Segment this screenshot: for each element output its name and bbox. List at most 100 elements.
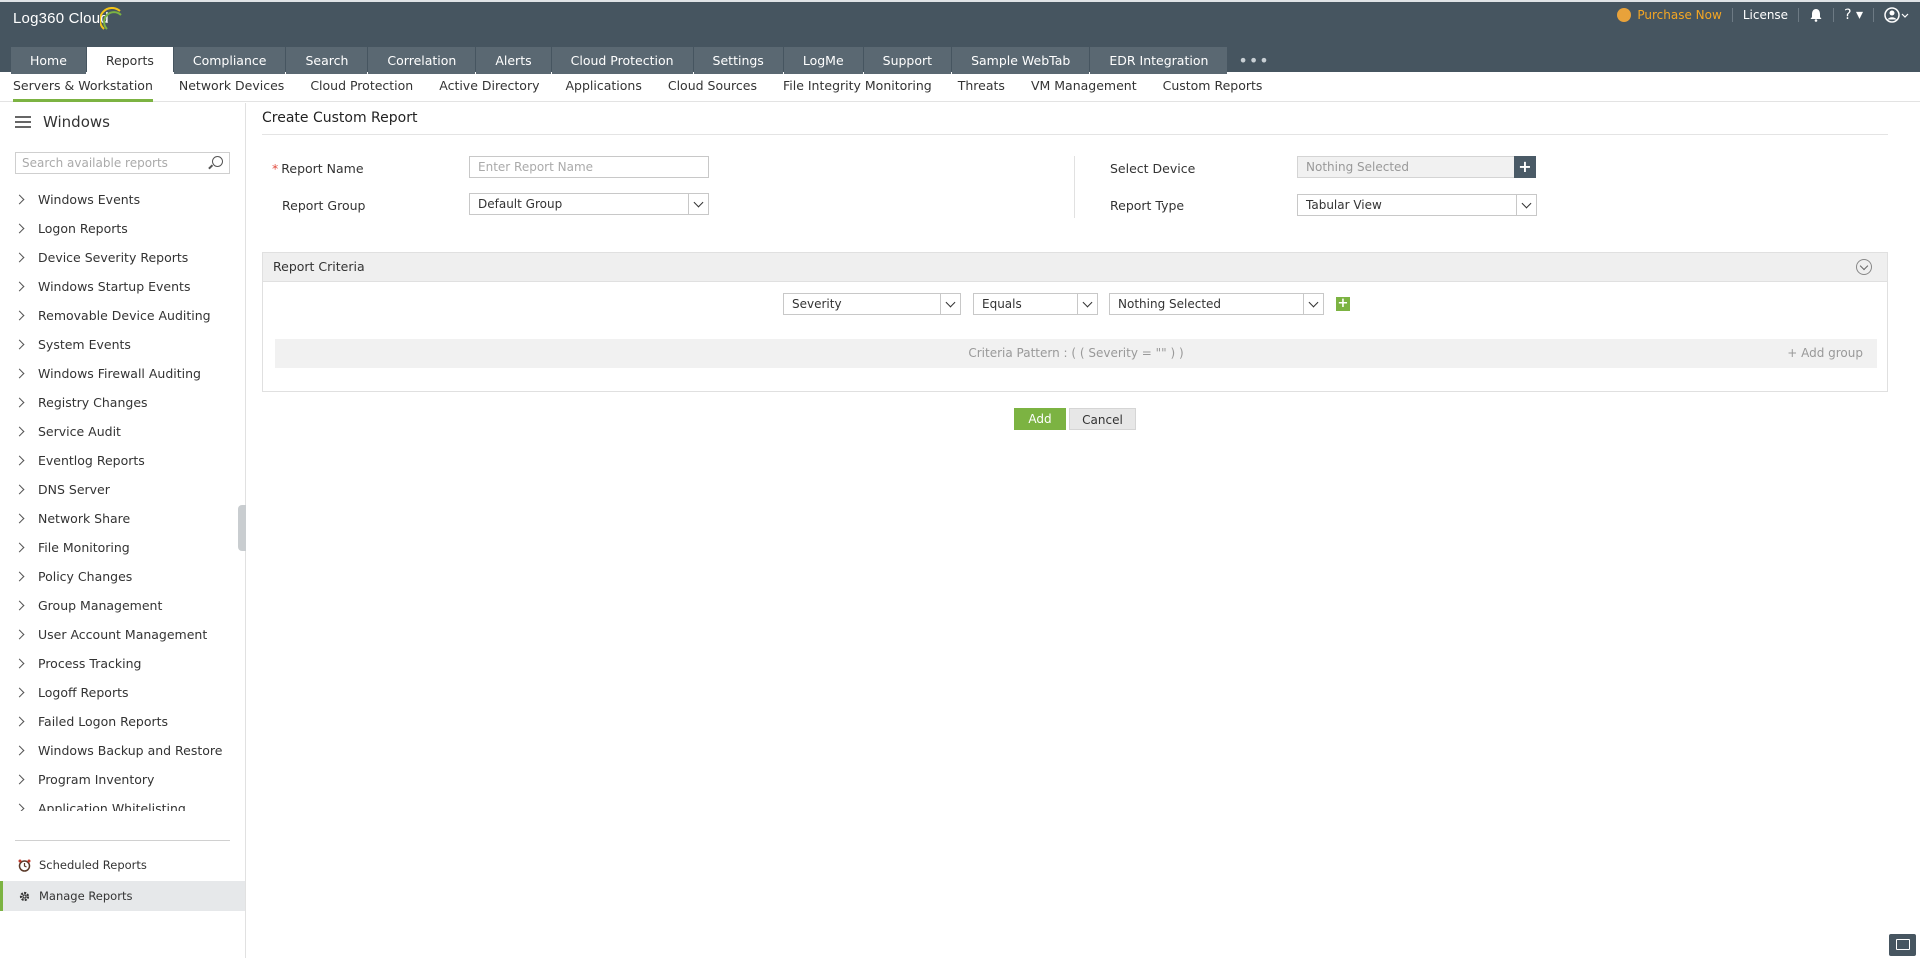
tab-reports[interactable]: Reports — [86, 47, 173, 74]
chevron-right-icon — [14, 194, 25, 205]
alarm-clock-icon — [18, 859, 31, 872]
sidebar-item-label: Device Severity Reports — [38, 250, 189, 265]
subtab-cloud-protection[interactable]: Cloud Protection — [310, 72, 413, 102]
sidebar-item-user-account-management[interactable]: User Account Management — [0, 620, 245, 649]
report-type-label: Report Type — [1110, 198, 1185, 213]
criteria-value-value: Nothing Selected — [1118, 297, 1222, 311]
tab-support[interactable]: Support — [863, 47, 952, 74]
sidebar-item-group-management[interactable]: Group Management — [0, 591, 245, 620]
search-icon[interactable] — [212, 156, 223, 167]
criteria-operator-select[interactable]: Equals — [973, 293, 1098, 315]
report-group-select[interactable]: Default Group — [469, 193, 709, 215]
license-link[interactable]: License — [1743, 8, 1788, 22]
subtab-active-directory[interactable]: Active Directory — [439, 72, 539, 102]
report-type-value: Tabular View — [1306, 198, 1382, 212]
tab-alerts[interactable]: Alerts — [476, 47, 551, 74]
sidebar-item-device-severity-reports[interactable]: Device Severity Reports — [0, 243, 245, 272]
scheduled-reports-label: Scheduled Reports — [39, 858, 147, 872]
sidebar-item-policy-changes[interactable]: Policy Changes — [0, 562, 245, 591]
chevron-down-icon — [1077, 294, 1097, 314]
app-logo[interactable]: Log360 Cloud — [13, 10, 109, 27]
sidebar: Windows Search available reports Windows… — [0, 103, 246, 958]
tab-settings[interactable]: Settings — [693, 47, 783, 74]
subtab-cloud-sources[interactable]: Cloud Sources — [668, 72, 757, 102]
user-avatar-icon[interactable] — [1884, 7, 1910, 23]
sidebar-item-windows-firewall-auditing[interactable]: Windows Firewall Auditing — [0, 359, 245, 388]
sidebar-item-program-inventory[interactable]: Program Inventory — [0, 765, 245, 794]
tab-edr-integration[interactable]: EDR Integration — [1090, 47, 1228, 74]
chevron-down-icon — [688, 194, 708, 214]
sidebar-item-service-audit[interactable]: Service Audit — [0, 417, 245, 446]
bell-icon[interactable] — [1809, 8, 1823, 22]
report-criteria-header[interactable]: Report Criteria — [263, 253, 1887, 282]
sidebar-item-application-whitelisting[interactable]: Application Whitelisting — [0, 794, 245, 811]
sidebar-item-label: Application Whitelisting — [38, 801, 186, 811]
separator — [1731, 8, 1733, 22]
hamburger-menu-icon[interactable] — [15, 116, 31, 128]
report-name-input[interactable]: Enter Report Name — [469, 156, 709, 178]
chat-icon[interactable] — [1889, 934, 1916, 956]
logo-arc-icon — [100, 7, 122, 30]
report-type-select[interactable]: Tabular View — [1297, 194, 1537, 216]
scheduled-reports-link[interactable]: Scheduled Reports — [0, 850, 245, 880]
purchase-now-link[interactable]: Purchase Now — [1617, 8, 1722, 22]
sidebar-item-removable-device-auditing[interactable]: Removable Device Auditing — [0, 301, 245, 330]
add-criteria-button[interactable]: + — [1336, 297, 1350, 311]
select-device-field[interactable]: Nothing Selected — [1297, 156, 1515, 178]
more-tabs-icon[interactable]: ••• — [1228, 47, 1279, 74]
cancel-button[interactable]: Cancel — [1069, 408, 1136, 430]
add-device-button[interactable]: + — [1514, 156, 1536, 178]
criteria-pattern-text: Criteria Pattern : ( ( Severity = "" ) ) — [968, 346, 1184, 360]
tab-search[interactable]: Search — [286, 47, 368, 74]
tab-logme[interactable]: LogMe — [783, 47, 863, 74]
sidebar-item-eventlog-reports[interactable]: Eventlog Reports — [0, 446, 245, 475]
report-search-input[interactable]: Search available reports — [15, 152, 230, 174]
chevron-right-icon — [14, 513, 25, 524]
sidebar-collapse-handle[interactable] — [238, 505, 246, 551]
top-bar: Log360 Cloud Purchase Now License ? ▾ Ho… — [0, 0, 1920, 74]
subtab-network-devices[interactable]: Network Devices — [179, 72, 284, 102]
subtab-threats[interactable]: Threats — [958, 72, 1005, 102]
sidebar-item-registry-changes[interactable]: Registry Changes — [0, 388, 245, 417]
sidebar-item-windows-startup-events[interactable]: Windows Startup Events — [0, 272, 245, 301]
sidebar-item-failed-logon-reports[interactable]: Failed Logon Reports — [0, 707, 245, 736]
subtab-servers-workstation[interactable]: Servers & Workstation — [13, 72, 153, 102]
chevron-right-icon — [14, 600, 25, 611]
add-button[interactable]: Add — [1014, 408, 1066, 430]
criteria-value-select[interactable]: Nothing Selected — [1109, 293, 1324, 315]
subtab-file-integrity-monitoring[interactable]: File Integrity Monitoring — [783, 72, 932, 102]
subtab-applications[interactable]: Applications — [566, 72, 642, 102]
chevron-right-icon — [14, 310, 25, 321]
chevron-right-icon — [14, 281, 25, 292]
criteria-field-select[interactable]: Severity — [783, 293, 961, 315]
chevron-down-icon — [940, 294, 960, 314]
chevron-right-icon — [14, 223, 25, 234]
help-label: ? — [1844, 7, 1852, 23]
separator — [1833, 8, 1835, 22]
search-placeholder: Search available reports — [22, 156, 168, 170]
sidebar-item-label: Windows Firewall Auditing — [38, 366, 201, 381]
tab-cloud-protection[interactable]: Cloud Protection — [551, 47, 693, 74]
manage-reports-link[interactable]: Manage Reports — [0, 881, 245, 911]
main-tabs: Home Reports Compliance Search Correlati… — [11, 47, 1280, 74]
sidebar-item-network-share[interactable]: Network Share — [0, 504, 245, 533]
sidebar-item-windows-events[interactable]: Windows Events — [0, 185, 245, 214]
subtab-custom-reports[interactable]: Custom Reports — [1163, 72, 1263, 102]
sidebar-item-dns-server[interactable]: DNS Server — [0, 475, 245, 504]
tab-home[interactable]: Home — [11, 47, 86, 74]
chevron-down-icon — [1303, 294, 1323, 314]
sidebar-title: Windows — [43, 113, 110, 131]
sidebar-item-logon-reports[interactable]: Logon Reports — [0, 214, 245, 243]
add-group-link[interactable]: + Add group — [1787, 346, 1863, 360]
sidebar-item-system-events[interactable]: System Events — [0, 330, 245, 359]
tab-correlation[interactable]: Correlation — [368, 47, 476, 74]
sidebar-item-windows-backup-restore[interactable]: Windows Backup and Restore — [0, 736, 245, 765]
sidebar-item-logoff-reports[interactable]: Logoff Reports — [0, 678, 245, 707]
collapse-icon[interactable] — [1856, 259, 1872, 275]
sidebar-item-file-monitoring[interactable]: File Monitoring — [0, 533, 245, 562]
sidebar-item-process-tracking[interactable]: Process Tracking — [0, 649, 245, 678]
subtab-vm-management[interactable]: VM Management — [1031, 72, 1137, 102]
help-icon[interactable]: ? ▾ — [1844, 7, 1863, 23]
tab-compliance[interactable]: Compliance — [173, 47, 286, 74]
tab-sample-webtab[interactable]: Sample WebTab — [952, 47, 1090, 74]
